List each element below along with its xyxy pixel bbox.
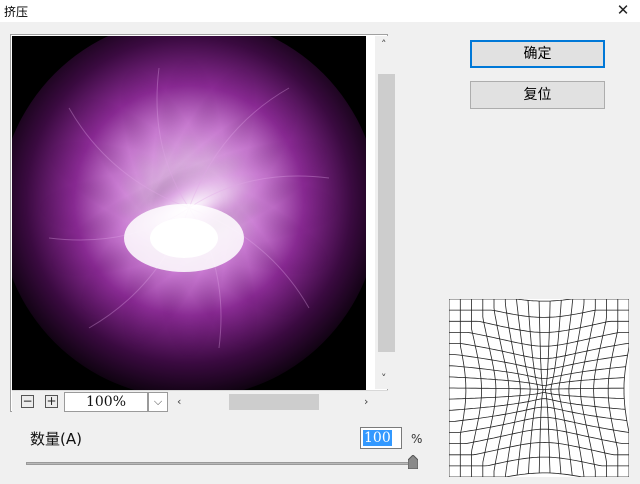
preview-image[interactable] [12, 36, 366, 390]
horizontal-scroll-thumb[interactable] [229, 394, 319, 410]
grid-line [538, 301, 544, 474]
scroll-down-icon[interactable]: ˅ [381, 372, 387, 385]
title-bar: 挤压 ✕ [0, 0, 640, 22]
scroll-right-icon[interactable]: › [364, 395, 368, 408]
grid-line [448, 398, 626, 411]
pinched-burst-image [12, 36, 366, 390]
grid-line [527, 300, 539, 474]
grid-line [449, 365, 626, 380]
distortion-grid-preview [448, 298, 630, 478]
chevron-down-icon[interactable]: ⌵ [148, 392, 168, 412]
grid-line [449, 441, 629, 456]
scroll-left-icon[interactable]: ‹ [177, 395, 181, 408]
grid-line [545, 300, 551, 474]
amount-value: 100 [363, 430, 392, 446]
amount-slider-track[interactable] [26, 462, 418, 465]
percent-unit: % [411, 432, 423, 446]
close-icon[interactable]: ✕ [614, 1, 632, 19]
grid-line [449, 387, 625, 391]
grid-line [516, 298, 531, 476]
grid-line [504, 299, 521, 478]
vertical-scrollbar[interactable]: ˄ ˅ [375, 36, 397, 389]
reset-button[interactable]: 复位 [470, 81, 605, 109]
grid-line [568, 299, 585, 478]
zoom-out-button[interactable]: − [21, 395, 34, 408]
grid-line [449, 320, 629, 333]
grid-line [449, 298, 629, 302]
zoom-in-button[interactable]: + [45, 395, 58, 408]
window-title: 挤压 [4, 5, 29, 19]
amount-input[interactable]: 100 [360, 427, 402, 449]
grid-line [550, 300, 562, 474]
preview-pane: ˄ ˅ − + 100% ⌵ ‹ › [10, 34, 397, 413]
grid-line [558, 298, 574, 476]
grid-line [449, 406, 627, 422]
scroll-up-icon[interactable]: ˄ [381, 38, 387, 51]
grid-line [623, 299, 630, 477]
ok-button[interactable]: 确定 [470, 40, 605, 68]
grid-line [449, 472, 629, 478]
vertical-scroll-thumb[interactable] [378, 74, 395, 352]
zoom-level-field[interactable]: 100% [64, 392, 148, 412]
grid-line [448, 376, 625, 386]
preview-toolbar: − + 100% ⌵ ‹ › [12, 390, 388, 413]
grid-line [449, 354, 628, 370]
amount-slider-thumb[interactable] [408, 455, 418, 469]
pinch-grid-icon [448, 298, 630, 478]
amount-label: 数量(A) [30, 430, 82, 448]
